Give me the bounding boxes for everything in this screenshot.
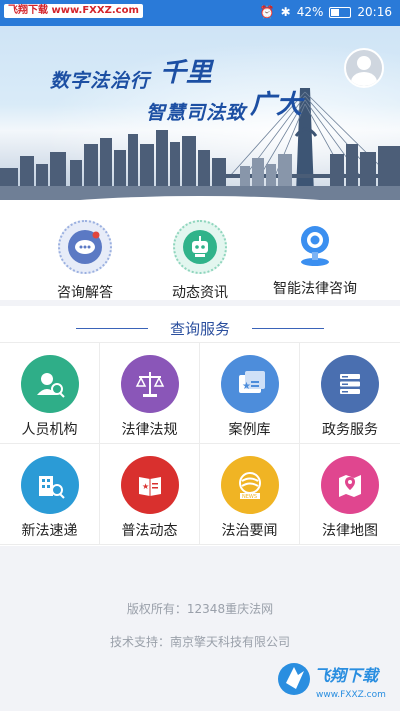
service-label: 人员机构: [21, 422, 78, 438]
quick-actions-bar: 咨询解答 动态资讯 智能法律咨询: [0, 200, 400, 302]
building-search-icon: [20, 456, 79, 514]
brand-watermark-logo: 飞翔下载 www.FXXZ.com: [274, 655, 394, 707]
user-avatar-button[interactable]: [344, 48, 384, 88]
svg-text:★: ★: [242, 381, 251, 392]
svg-text:www.FXXZ.com: www.FXXZ.com: [316, 690, 386, 700]
slogan-line2-emphasis: 广大: [250, 90, 303, 120]
tech-support-text: 技术支持：南京擎天科技有限公司: [109, 635, 290, 649]
person-search-icon: [20, 355, 79, 413]
service-label: 普法动态: [121, 523, 178, 539]
scales-icon: [120, 355, 179, 413]
slogan-line1-emphasis: 千里: [160, 58, 213, 88]
book-star-icon: ★: [120, 456, 179, 514]
service-label: 法治要闻: [221, 523, 278, 539]
service-label: 法律地图: [322, 523, 378, 539]
service-legal-education[interactable]: ★ 普法动态: [100, 444, 200, 545]
service-case-library[interactable]: ★ 案例库: [200, 343, 300, 444]
status-icons: ⏰ ✱ 42% 20:16: [260, 5, 392, 19]
service-laws[interactable]: 法律法规: [100, 343, 200, 444]
watermark-label: 飞翔下载 www.FXXZ.com: [4, 4, 143, 18]
quick-item-label: 智能法律咨询: [273, 281, 357, 297]
service-rule-of-law-news[interactable]: NEWS 法治要闻: [200, 444, 300, 545]
hero-banner: 数字法治行 千里 智慧司法致 广大: [0, 26, 400, 200]
webcam-icon: [290, 220, 340, 270]
quick-item-news[interactable]: 动态资讯: [145, 220, 255, 302]
quick-item-consult[interactable]: 咨询解答: [30, 220, 140, 302]
server-list-icon: [321, 355, 379, 413]
service-label: 新法速递: [21, 523, 78, 539]
section-title: 查询服务: [169, 320, 230, 338]
map-pin-icon: [321, 456, 379, 514]
service-label: 政务服务: [322, 422, 378, 438]
service-label: 案例库: [228, 422, 271, 438]
slogan-line2: 智慧司法致: [146, 102, 247, 124]
robot-icon: [173, 220, 227, 274]
service-personnel[interactable]: 人员机构: [0, 343, 100, 444]
slogan-line1: 数字法治行: [50, 70, 151, 92]
svg-text:★: ★: [142, 482, 149, 491]
quick-item-ai-legal[interactable]: 智能法律咨询: [255, 220, 375, 298]
alarm-icon: ⏰: [259, 5, 275, 19]
service-grid: 人员机构 法律法规 ★ 案例库 政务服务 新法速递 ★ 普法动态 NEWS 法治…: [0, 342, 400, 545]
battery-icon: [329, 6, 352, 18]
service-label: 法律法规: [121, 422, 178, 438]
svg-text:飞翔下载: 飞翔下载: [314, 666, 381, 685]
battery-percent: 42%: [296, 5, 324, 19]
quick-item-label: 咨询解答: [57, 285, 113, 301]
service-legal-map[interactable]: 法律地图: [300, 444, 400, 545]
bluetooth-icon: ✱: [280, 5, 291, 19]
case-file-icon: ★: [220, 355, 279, 413]
news-icon: NEWS: [220, 456, 279, 514]
svg-text:NEWS: NEWS: [242, 494, 257, 500]
status-bar: 飞翔下载 www.FXXZ.com ⏰ ✱ 42% 20:16: [0, 0, 400, 26]
service-government[interactable]: 政务服务: [300, 343, 400, 444]
quick-item-label: 动态资讯: [172, 285, 228, 301]
copyright-text: 版权所有：12348重庆法网: [126, 602, 274, 616]
query-services-section: 查询服务 人员机构 法律法规 ★ 案例库 政务服务 新法速递 ★ 普法动态 NE…: [0, 306, 400, 546]
clock-time: 20:16: [357, 5, 392, 19]
chat-bubble-icon: [58, 220, 112, 274]
service-new-laws[interactable]: 新法速递: [0, 444, 100, 545]
